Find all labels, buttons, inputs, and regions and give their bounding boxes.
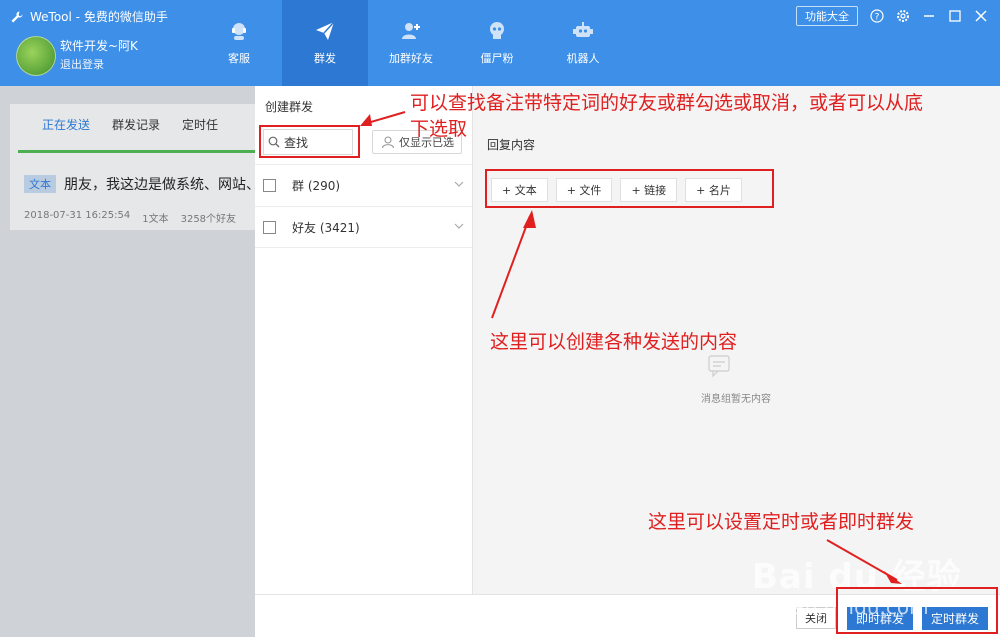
annotation-content-text: 这里可以创建各种发送的内容 xyxy=(490,331,738,353)
annotation-search-text-line1: 可以查找备注带特定词的好友或群勾选或取消，或者可以从底 xyxy=(410,92,924,114)
annotation-send-text: 这里可以设置定时或者即时群发 xyxy=(648,511,915,533)
annotation-search-text-line2: 下选取 xyxy=(410,118,468,140)
